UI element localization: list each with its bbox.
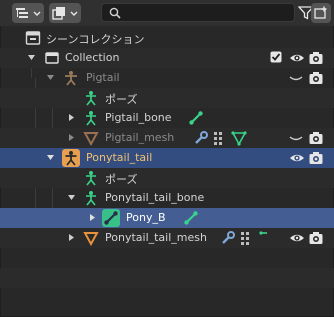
ponytail-tail-label: Ponytail_tail	[86, 151, 153, 164]
tree-row-ponytail-tail-bone[interactable]: Ponytail_tail_bone	[0, 188, 334, 208]
eye-closed-icon[interactable]	[288, 70, 304, 86]
chevron-down-icon	[33, 11, 41, 16]
view-layer-icon	[52, 7, 65, 20]
pose-icon	[83, 90, 99, 106]
expand-arrow-right-icon[interactable]	[67, 113, 76, 122]
empty-row	[0, 268, 334, 288]
search-icon	[109, 7, 121, 19]
ponytail-tail-bone-label: Ponytail_tail_bone	[105, 191, 205, 204]
scene-collection-icon	[25, 30, 41, 46]
expand-arrow-icon[interactable]	[67, 193, 76, 202]
pose-label: ポーズ	[105, 173, 138, 186]
camera-icon[interactable]	[308, 50, 324, 66]
ponytail-tail-mesh-label: Ponytail_tail_mesh	[105, 231, 207, 244]
pigtail-mesh-label: Pigtail_mesh	[105, 131, 175, 144]
mesh-data-icon	[231, 130, 247, 146]
scene-collection-label: シーンコレクション	[46, 33, 145, 46]
tree-row-ponytail-tail[interactable]: Ponytail_tail	[0, 148, 334, 168]
eye-icon[interactable]	[289, 50, 305, 66]
pony-b-label: Pony_B	[126, 211, 166, 224]
bone-icon	[188, 110, 204, 126]
empty-row	[0, 288, 334, 308]
new-collection-button[interactable]	[311, 3, 331, 23]
vertex-groups-icon	[212, 130, 228, 146]
tree-row-ponytail-pose[interactable]: ポーズ	[0, 168, 334, 188]
camera-icon[interactable]	[308, 130, 324, 146]
pigtail-bone-label: Pigtail_bone	[105, 111, 172, 124]
outliner-header	[0, 0, 334, 26]
mesh-object-icon	[83, 230, 99, 246]
empty-row	[0, 248, 334, 268]
camera-icon[interactable]	[308, 70, 324, 86]
collection-label: Collection	[65, 51, 120, 64]
pigtail-label: Pigtail	[86, 71, 120, 84]
tree-row-pigtail-pose[interactable]: ポーズ	[0, 88, 334, 108]
armature-icon	[62, 149, 80, 167]
expand-arrow-right-icon[interactable]	[88, 213, 97, 222]
armature-data-icon	[83, 190, 99, 206]
eye-closed-icon[interactable]	[288, 130, 304, 146]
new-collection-icon	[314, 6, 327, 19]
expand-arrow-icon[interactable]	[27, 53, 36, 62]
bone-icon	[183, 210, 199, 226]
pose-label: ポーズ	[105, 93, 138, 106]
mesh-object-icon	[83, 130, 99, 146]
bone-icon	[102, 209, 120, 227]
expand-arrow-right-icon[interactable]	[67, 233, 76, 242]
vertex-groups-icon	[239, 230, 255, 246]
search-field[interactable]	[101, 3, 295, 22]
armature-icon	[63, 70, 79, 86]
expand-arrow-icon[interactable]	[46, 73, 55, 82]
pose-icon	[83, 170, 99, 186]
filter-view-dropdown[interactable]	[49, 3, 81, 23]
tree-row-ponytail-tail-mesh[interactable]: Ponytail_tail_mesh	[0, 228, 334, 248]
wrench-icon	[193, 130, 209, 146]
checkbox-checked-icon[interactable]	[270, 51, 284, 65]
tree-row-pigtail[interactable]: Pigtail	[0, 68, 334, 88]
chevron-down-icon	[70, 11, 78, 16]
tree-row-pigtail-mesh[interactable]: Pigtail_mesh	[0, 128, 334, 148]
wrench-icon	[220, 230, 236, 246]
tree-row-collection[interactable]: Collection	[0, 48, 334, 68]
tree-row-scene-collection[interactable]: シーンコレクション	[0, 28, 334, 48]
search-input[interactable]	[126, 5, 286, 20]
expand-arrow-right-icon[interactable]	[67, 133, 76, 142]
tree-row-pony-b[interactable]: Pony_B	[0, 208, 334, 228]
display-mode-dropdown[interactable]	[12, 3, 44, 23]
eye-icon[interactable]	[289, 230, 305, 246]
camera-icon[interactable]	[308, 230, 324, 246]
outliner-display-icon	[16, 8, 28, 18]
collection-icon	[44, 50, 60, 66]
expand-arrow-icon[interactable]	[46, 153, 55, 162]
eye-icon[interactable]	[289, 150, 305, 166]
mesh-data-icon	[259, 230, 267, 246]
armature-data-icon	[83, 110, 99, 126]
tree-row-pigtail-bone[interactable]: Pigtail_bone	[0, 108, 334, 128]
camera-icon[interactable]	[308, 150, 324, 166]
